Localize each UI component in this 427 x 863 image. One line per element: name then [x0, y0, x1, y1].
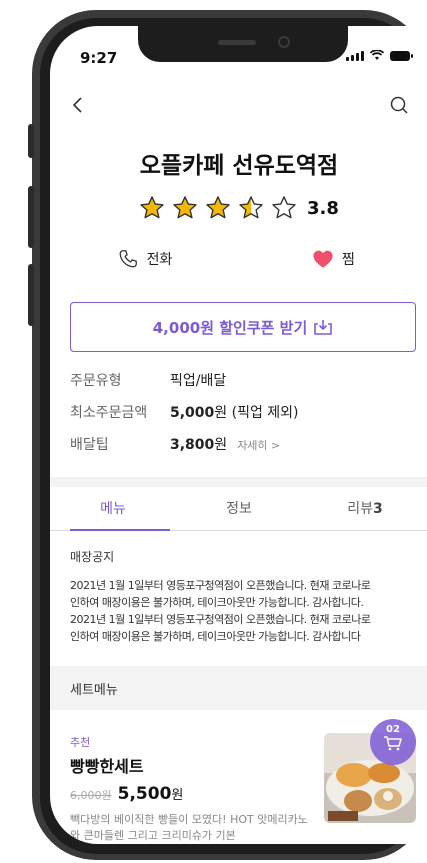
store-name: 오플카페 선유도역점	[139, 153, 339, 179]
info-row-min-order: 최소주문금액 5,000원 (픽업 제외)	[70, 402, 416, 434]
menu-description: 빽다방의 베이직한 빵들이 모였다! HOT 앗메리카노와 큰마들렌 그리고 크…	[70, 813, 308, 842]
coupon-download-button[interactable]: 4,000원 할인쿠폰 받기	[70, 302, 416, 352]
rating: 3.8	[138, 194, 339, 222]
notice-line: 2021년 1월 1일부터 영등포구청역점이 오픈했습니다. 현재 코로나로	[70, 613, 371, 626]
signal-icon	[346, 51, 364, 61]
status-icons	[346, 50, 413, 61]
search-icon[interactable]	[388, 94, 410, 116]
star-icon	[206, 196, 230, 219]
heart-icon	[313, 250, 333, 268]
tab-info[interactable]: 정보	[176, 487, 302, 530]
info-label: 주문유형	[70, 373, 122, 389]
call-button[interactable]: 전화	[50, 248, 239, 270]
phone-volume-up	[28, 186, 34, 248]
info-value: 3,800원	[170, 437, 228, 453]
notice-line: 인하여 매장이용은 불가하며, 테이크아웃만 가능합니다. 감사합니다	[70, 630, 361, 643]
phone-volume-down	[28, 264, 34, 326]
call-label: 전화	[146, 252, 173, 268]
coupon-label: 4,000원 할인쿠폰 받기	[152, 318, 308, 337]
notice-line: 인하여 매장이용은 불가하며, 테이크아웃만 가능합니다. 감사합니다.	[70, 596, 364, 609]
half-star-icon	[239, 196, 263, 219]
top-bar	[50, 90, 427, 120]
phone-notch	[138, 26, 348, 62]
menu-price-current: 5,500원	[117, 784, 184, 804]
battery-icon	[390, 51, 413, 61]
empty-star-icon	[272, 196, 296, 219]
action-row: 전화 찜	[50, 248, 427, 270]
speaker	[218, 40, 256, 45]
tab-bar: 메뉴 정보 리뷰3	[50, 487, 427, 531]
status-time: 9:27	[80, 49, 118, 67]
phone-icon	[119, 250, 137, 268]
section-divider	[50, 477, 427, 487]
tab-menu[interactable]: 메뉴	[50, 487, 176, 531]
app-screen: 9:27 오플카페 선유도역점 3.8 전화 찜 4,000원 할인쿠폰 받기 …	[50, 26, 427, 844]
info-value: 픽업/배달	[170, 373, 227, 389]
info-row-order-type: 주문유형 픽업/배달	[70, 370, 416, 402]
phone-mute-switch	[28, 124, 34, 158]
notice-title: 매장공지	[70, 550, 115, 564]
rating-value: 3.8	[307, 197, 339, 219]
delivery-tip-detail-link[interactable]: 자세히 >	[237, 437, 280, 453]
tab-review[interactable]: 리뷰3	[302, 487, 427, 530]
favorite-label: 찜	[342, 252, 355, 268]
section-title: 세트메뉴	[70, 683, 118, 698]
wifi-icon	[370, 50, 384, 60]
back-arrow-icon[interactable]	[68, 94, 90, 116]
cart-count: 02	[386, 724, 400, 735]
info-label: 최소주문금액	[70, 405, 148, 421]
info-value: 5,000원 (픽업 제외)	[170, 405, 299, 421]
notice-body: 2021년 1월 1일부터 영등포구청역점이 오픈했습니다. 현재 코로나로 인…	[70, 577, 416, 645]
camera	[278, 36, 290, 48]
download-icon	[314, 320, 333, 335]
star-icon	[173, 196, 197, 219]
favorite-button[interactable]: 찜	[239, 248, 427, 270]
info-row-delivery-tip: 배달팁 3,800원 자세히 >	[70, 434, 416, 466]
cart-button[interactable]: 02	[370, 719, 416, 765]
store-info: 주문유형 픽업/배달 최소주문금액 5,000원 (픽업 제외) 배달팁 3,8…	[70, 370, 416, 466]
info-label: 배달팁	[70, 437, 109, 453]
menu-old-price: 6,000원	[70, 789, 112, 802]
notice-line: 2021년 1월 1일부터 영등포구청역점이 오픈했습니다. 현재 코로나로	[70, 579, 371, 592]
star-icon	[140, 196, 164, 219]
store-notice: 매장공지 2021년 1월 1일부터 영등포구청역점이 오픈했습니다. 현재 코…	[70, 548, 416, 645]
cart-icon	[384, 736, 402, 751]
